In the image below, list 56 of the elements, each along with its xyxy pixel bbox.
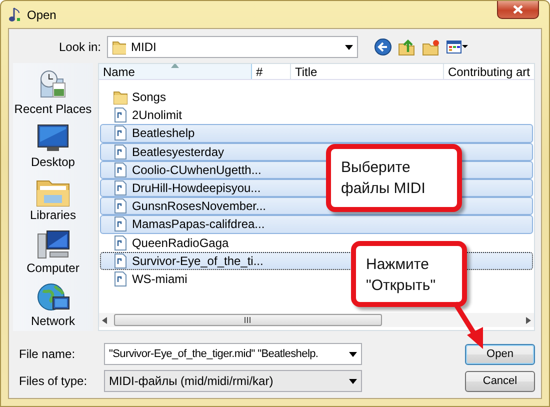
sort-arrow-icon <box>170 64 179 68</box>
dropdown-arrow-icon <box>349 352 357 356</box>
callout-tooltip: Нажмите "Открыть" <box>351 241 467 307</box>
place-link[interactable]: Recent Places <box>14 102 92 116</box>
view-menu-icon[interactable] <box>446 39 468 55</box>
column-header[interactable]: Title <box>290 64 444 79</box>
place-link[interactable]: Desktop <box>30 155 75 169</box>
music-file-icon <box>112 270 128 287</box>
globe-monitor-icon[interactable] <box>34 281 71 313</box>
field-label: File name: <box>18 347 76 361</box>
file-row[interactable]: Songs <box>100 88 171 106</box>
up-folder-icon[interactable] <box>398 38 416 56</box>
horizontal-scrollbar[interactable] <box>98 313 534 327</box>
column-header[interactable]: Name <box>98 64 252 79</box>
file-type-dropdown[interactable]: MIDI-файлы (mid/midi/rmi/kar) <box>104 370 362 392</box>
open-button[interactable]: Open <box>465 344 535 364</box>
file-row[interactable]: MamasPapas-califdrea... <box>100 215 533 234</box>
new-folder-icon[interactable] <box>422 38 440 56</box>
music-file-icon <box>112 144 128 160</box>
close-icon <box>513 5 523 14</box>
file-row[interactable]: 2Unolimit <box>100 106 187 124</box>
monitor-icon[interactable] <box>34 122 71 154</box>
scroll-right-icon[interactable] <box>526 316 531 324</box>
dropdown-arrow-icon <box>349 378 357 384</box>
music-file-icon <box>112 216 128 232</box>
look-in-dropdown[interactable]: MIDI <box>107 36 358 58</box>
music-file-icon <box>112 198 128 214</box>
close-button[interactable] <box>497 1 539 19</box>
dropdown-arrow-icon <box>345 44 353 50</box>
music-file-icon <box>112 162 128 178</box>
computer-icon[interactable] <box>34 228 71 260</box>
music-file-icon <box>112 234 128 251</box>
callout-tooltip: Выберите файлы MIDI <box>326 144 462 212</box>
folder-icon <box>112 89 128 106</box>
file-name-field[interactable]: "Survivor-Eye_of_the_tiger.mid" "Beatleshelp. <box>104 343 362 365</box>
music-file-icon <box>112 107 128 124</box>
music-file-icon <box>112 180 128 196</box>
field-label: Look in: <box>58 40 101 54</box>
column-header[interactable]: # <box>252 64 291 79</box>
place-link[interactable]: Computer <box>26 261 80 275</box>
place-link[interactable]: Libraries <box>30 208 76 222</box>
window-title: Open <box>27 8 56 22</box>
music-file-icon <box>112 125 128 142</box>
scroll-left-icon[interactable] <box>102 316 107 324</box>
music-note-icon <box>7 6 21 22</box>
file-row[interactable]: QueenRadioGaga <box>100 234 234 252</box>
column-header[interactable]: Contributing art <box>444 64 534 79</box>
field-label: Files of type: <box>18 374 88 388</box>
cancel-button[interactable]: Cancel <box>465 370 535 392</box>
folder-icon <box>112 39 126 55</box>
file-row[interactable]: WS-miami <box>100 270 192 288</box>
music-file-icon <box>112 252 128 269</box>
grip-icon <box>244 317 252 323</box>
back-icon[interactable] <box>374 38 392 56</box>
place-link[interactable]: Network <box>30 314 75 328</box>
file-row[interactable]: Beatleshelp <box>100 124 533 143</box>
